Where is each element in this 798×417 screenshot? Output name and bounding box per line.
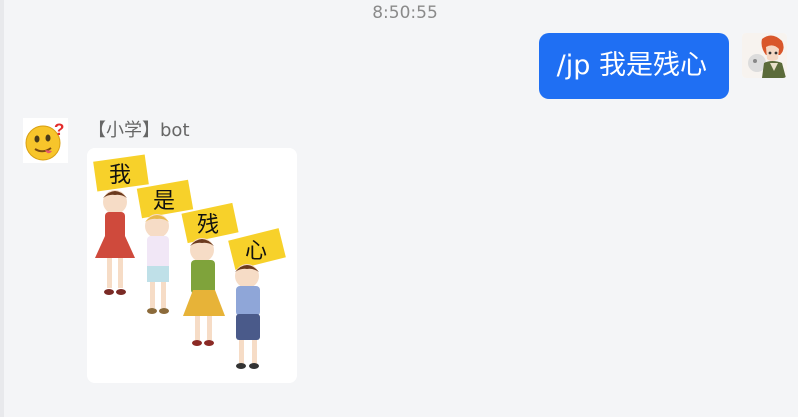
sender-name: 【小学】bot xyxy=(88,120,190,141)
sign-word-3: 残 xyxy=(197,213,219,238)
user-avatar-image xyxy=(742,33,787,78)
sticker-image[interactable]: 我 是 残 心 xyxy=(87,148,297,383)
bot-avatar[interactable]: ? xyxy=(23,118,68,163)
kids-holding-signs-illustration: 我 是 残 心 xyxy=(87,148,297,383)
sign-word-1: 我 xyxy=(109,163,131,188)
thinking-emoji-icon: ? xyxy=(23,118,68,163)
outgoing-message-bubble[interactable]: /jp 我是残心 xyxy=(538,33,729,99)
sign-word-4: 心 xyxy=(245,239,267,264)
user-avatar[interactable] xyxy=(742,33,787,78)
svg-text:?: ? xyxy=(54,120,64,139)
window-left-edge xyxy=(0,0,4,417)
sign-word-2: 是 xyxy=(153,189,175,214)
message-timestamp: 8:50:55 xyxy=(372,3,438,23)
